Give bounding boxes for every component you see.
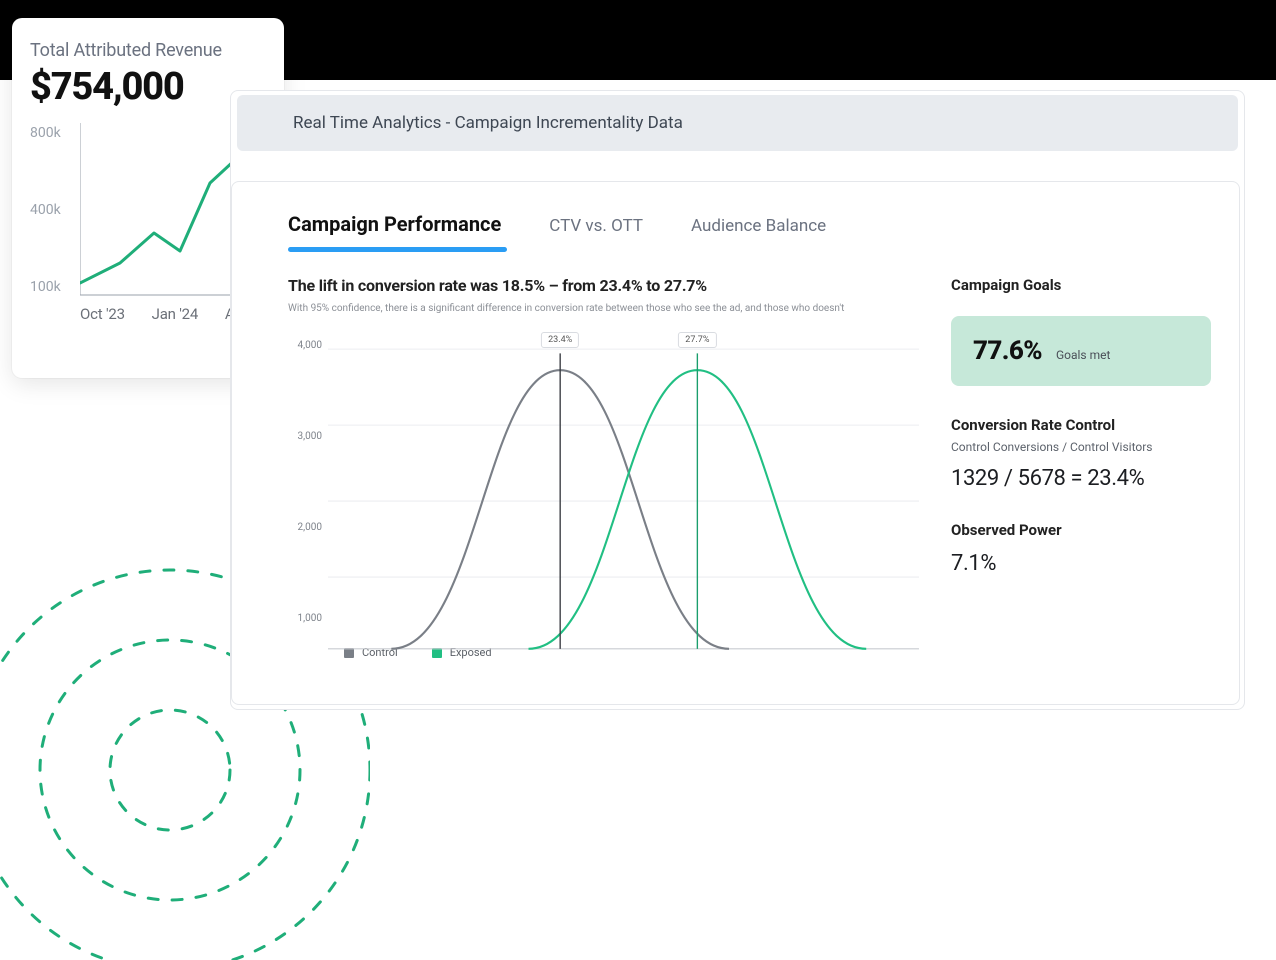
hero-ytick: 800k: [30, 125, 72, 141]
crc-title: Conversion Rate Control: [951, 416, 1211, 434]
conversion-rate-control-block: Conversion Rate Control Control Conversi…: [951, 416, 1211, 491]
tabs: Campaign Performance CTV vs. OTT Audienc…: [232, 182, 1239, 236]
crc-value: 1329 / 5678 = 23.4%: [951, 466, 1211, 491]
revenue-label: Total Attributed Revenue: [30, 40, 266, 61]
dist-ytick: 4,000: [288, 340, 322, 351]
dist-ytick: 1,000: [288, 613, 322, 624]
hero-xtick: Jan '24: [152, 305, 199, 323]
lift-subline: With 95% confidence, there is a signific…: [288, 303, 927, 314]
observed-power-block: Observed Power 7.1%: [951, 521, 1211, 576]
hero-xtick: Oct '23: [80, 305, 125, 323]
goals-box: 77.6% Goals met: [951, 316, 1211, 386]
hero-ytick: 400k: [30, 202, 72, 218]
content-card: Campaign Performance CTV vs. OTT Audienc…: [231, 181, 1240, 705]
goals-label: Goals met: [1056, 348, 1110, 362]
peak-label-exposed: 27.7%: [678, 332, 716, 348]
peak-label-control: 23.4%: [541, 332, 579, 348]
goals-percent: 77.6%: [973, 336, 1042, 366]
campaign-goals-heading: Campaign Goals: [951, 276, 1211, 294]
dist-ytick: 2,000: [288, 522, 322, 533]
distribution-chart: 4,000 3,000 2,000 1,000: [288, 328, 927, 638]
power-title: Observed Power: [951, 521, 1211, 539]
analytics-panel: Real Time Analytics - Campaign Increment…: [230, 90, 1245, 710]
crc-sub: Control Conversions / Control Visitors: [951, 440, 1211, 454]
hero-ytick: 100k: [30, 279, 72, 295]
panel-header: Real Time Analytics - Campaign Increment…: [237, 95, 1238, 151]
lift-headline: The lift in conversion rate was 18.5% – …: [288, 276, 927, 295]
tab-campaign-performance[interactable]: Campaign Performance: [288, 212, 501, 236]
tab-audience-balance[interactable]: Audience Balance: [691, 216, 826, 236]
power-value: 7.1%: [951, 551, 1211, 576]
tab-ctv-vs-ott[interactable]: CTV vs. OTT: [549, 216, 643, 236]
dist-ytick: 3,000: [288, 431, 322, 442]
